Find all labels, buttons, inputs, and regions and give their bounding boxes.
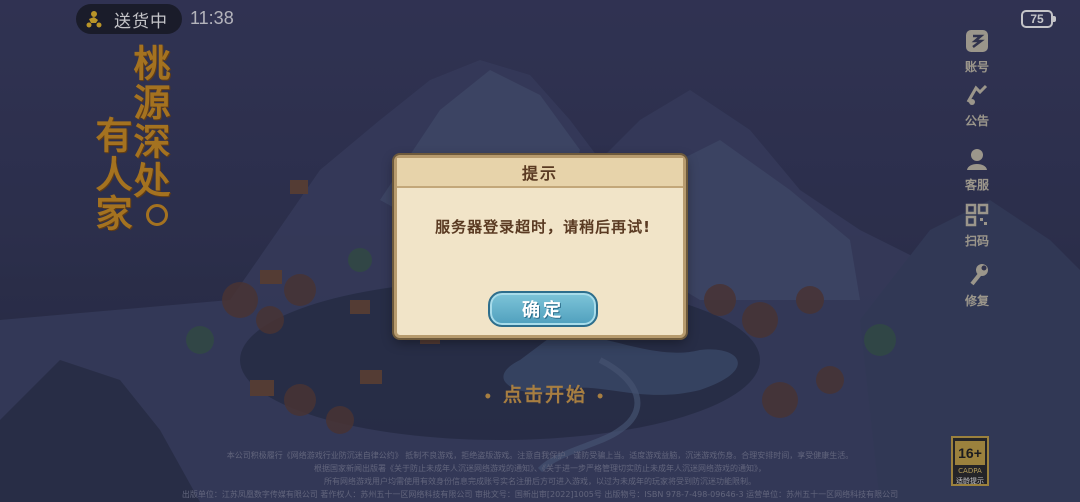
confirm-button[interactable]: 确定 <box>488 291 598 327</box>
dialog-title: 提示 <box>521 164 558 183</box>
dialog-message: 服务器登录超时，请稍后再试! <box>435 218 651 236</box>
alert-dialog: 提示 服务器登录超时，请稍后再试! 确定 <box>394 155 686 338</box>
dialog-header: 提示 <box>397 158 683 188</box>
